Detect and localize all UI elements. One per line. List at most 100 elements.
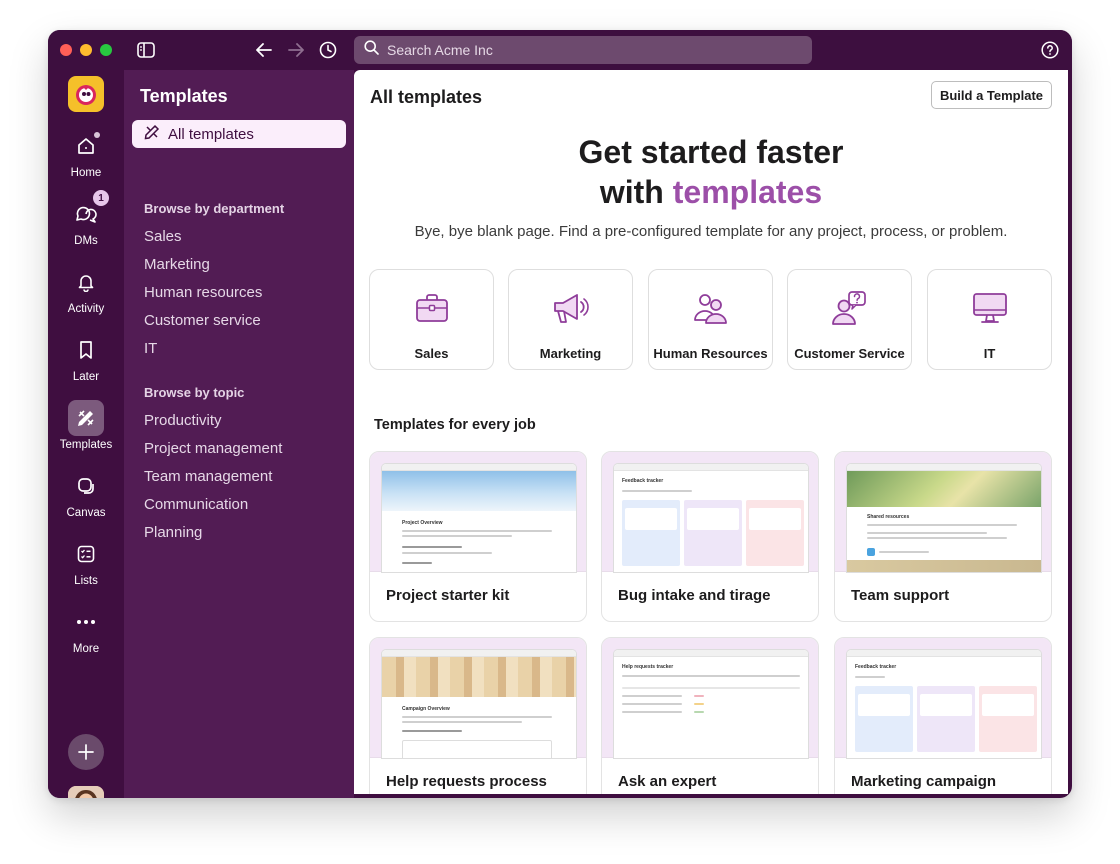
briefcase-icon [415, 290, 449, 326]
main-content: All templates Build a Template Get start… [354, 70, 1068, 794]
history-clock-icon[interactable] [318, 40, 338, 60]
plus-icon [78, 744, 94, 760]
help-icon[interactable] [1040, 40, 1060, 60]
sidebar-item-communication[interactable]: Communication [144, 496, 248, 513]
sidebar-item-sales[interactable]: Sales [144, 228, 182, 245]
template-screenshot: Feedback tracker [847, 650, 1041, 758]
forward-arrow-icon[interactable] [286, 40, 306, 60]
bookmark-icon [68, 332, 104, 368]
department-card-it[interactable]: IT [927, 269, 1052, 370]
sidebar-item-all-templates[interactable]: All templates [132, 120, 346, 148]
template-card-project-starter-kit[interactable]: Project Overview Project starter kit [369, 451, 587, 622]
template-preview: Shared resources [835, 452, 1051, 572]
template-card-team-support[interactable]: Shared resources Team support [834, 451, 1052, 622]
rail-item-lists[interactable]: Lists [48, 536, 124, 587]
unread-dot [94, 132, 100, 138]
page-title: All templates [370, 87, 483, 107]
templates-sidebar: Templates All templates Browse by depart… [124, 70, 354, 798]
maximize-window-button[interactable] [100, 44, 112, 56]
template-card-help-requests-process[interactable]: Campaign Overview Help requests process [369, 637, 587, 794]
preview-heading: Feedback tracker [855, 664, 897, 670]
template-screenshot: Project Overview [382, 464, 576, 572]
rail-item-canvas[interactable]: Canvas [48, 468, 124, 519]
people-icon [692, 290, 730, 326]
question-person-icon [831, 290, 869, 326]
hero-heading-line2: with templates [354, 174, 1068, 211]
hero-heading-accent: templates [672, 174, 823, 210]
sidebar-title: Templates [140, 86, 228, 106]
lists-icon [68, 536, 104, 572]
section-title: Templates for every job [374, 417, 536, 433]
sidebar-toggle-icon[interactable] [136, 40, 156, 60]
rail-label-templates: Templates [59, 439, 113, 451]
sidebar-item-customer-service[interactable]: Customer service [144, 312, 261, 329]
preview-heading: Shared resources [867, 514, 910, 520]
department-heading: Browse by department [144, 201, 285, 216]
sidebar-item-it[interactable]: IT [144, 340, 157, 357]
back-arrow-icon[interactable] [254, 40, 274, 60]
close-window-button[interactable] [60, 44, 72, 56]
rail-label-more: More [72, 643, 100, 655]
preview-heading: Campaign Overview [402, 706, 450, 712]
monitor-icon [972, 290, 1008, 326]
template-card-marketing-campaign[interactable]: Feedback tracker Marketing campaign [834, 637, 1052, 794]
template-card-bug-intake[interactable]: Feedback tracker Bug intake and tirage [601, 451, 819, 622]
preview-heading: Help requests tracker [622, 664, 674, 670]
rail-item-dms[interactable]: 1 DMs [48, 190, 124, 247]
user-avatar[interactable] [68, 786, 104, 798]
dm-count-badge: 1 [93, 190, 109, 206]
template-preview: Feedback tracker [602, 452, 818, 572]
sidebar-item-productivity[interactable]: Productivity [144, 412, 222, 429]
department-card-label: Human Resources [653, 346, 768, 361]
hero-heading-prefix: with [599, 174, 673, 210]
topic-heading: Browse by topic [144, 385, 245, 400]
rail-label-dms: DMs [74, 235, 98, 247]
sidebar-item-project-management[interactable]: Project management [144, 440, 282, 457]
template-preview: Help requests tracker [602, 638, 818, 758]
rail-item-home[interactable]: Home [48, 128, 124, 179]
rail-item-templates[interactable]: Templates [48, 400, 124, 451]
department-card-label: Sales [414, 346, 449, 361]
rail-label-home: Home [70, 167, 102, 179]
template-card-label: Team support [851, 587, 950, 604]
department-card-customer-service[interactable]: Customer Service [787, 269, 912, 370]
rail-item-activity[interactable]: Activity [48, 264, 124, 315]
workspace-rail: Home 1 DMs Activity Later Templates Canv… [48, 70, 124, 798]
template-preview: Campaign Overview [370, 638, 586, 758]
bell-icon [68, 264, 104, 300]
add-button[interactable] [68, 734, 104, 770]
search-bar[interactable]: Search Acme Inc [354, 36, 812, 64]
build-template-button[interactable]: Build a Template [931, 81, 1052, 109]
rail-label-lists: Lists [74, 575, 98, 587]
rail-item-more[interactable]: More [48, 604, 124, 655]
sidebar-item-team-management[interactable]: Team management [144, 468, 272, 485]
template-preview: Project Overview [370, 452, 586, 572]
sidebar-item-marketing[interactable]: Marketing [144, 256, 210, 273]
department-card-human-resources[interactable]: Human Resources [648, 269, 773, 370]
template-screenshot: Campaign Overview [382, 650, 576, 758]
more-icon [68, 604, 104, 640]
hero-heading-line1: Get started faster [578, 134, 844, 170]
search-icon [364, 40, 379, 60]
sidebar-item-planning[interactable]: Planning [144, 524, 202, 541]
dms-icon: 1 [68, 190, 109, 232]
home-icon [68, 128, 104, 164]
template-screenshot: Feedback tracker [614, 464, 808, 572]
search-placeholder: Search Acme Inc [387, 42, 493, 58]
minimize-window-button[interactable] [80, 44, 92, 56]
preview-heading: Project Overview [402, 520, 443, 526]
department-card-sales[interactable]: Sales [369, 269, 494, 370]
templates-icon [68, 400, 104, 436]
template-screenshot: Shared resources [847, 464, 1041, 572]
department-card-label: Customer Service [794, 346, 905, 361]
workspace-logo[interactable] [68, 76, 104, 112]
template-card-ask-an-expert[interactable]: Help requests tracker Ask an expert [601, 637, 819, 794]
department-card-marketing[interactable]: Marketing [508, 269, 633, 370]
rail-label-canvas: Canvas [66, 507, 106, 519]
preview-heading: Feedback tracker [622, 478, 664, 484]
template-card-label: Help requests process [386, 773, 547, 790]
rail-item-later[interactable]: Later [48, 332, 124, 383]
title-bar: Search Acme Inc [48, 30, 1072, 70]
sidebar-item-human-resources[interactable]: Human resources [144, 284, 262, 301]
hero-subtitle: Bye, bye blank page. Find a pre-configur… [414, 223, 1008, 240]
